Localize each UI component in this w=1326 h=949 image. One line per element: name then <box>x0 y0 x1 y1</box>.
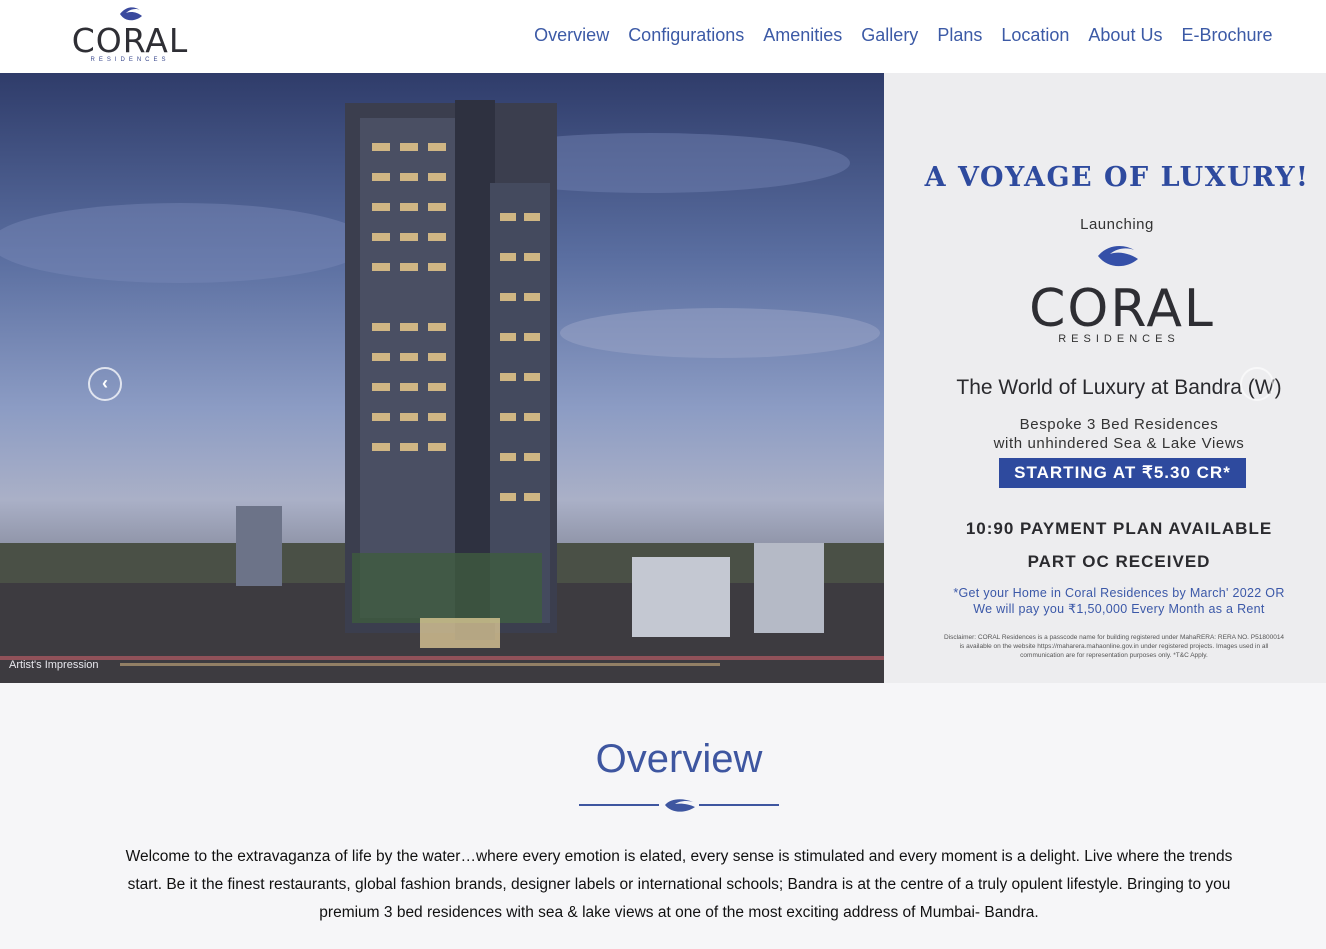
part-oc-text: PART OC RECEIVED <box>1027 552 1211 571</box>
nav-about-us[interactable]: About Us <box>1079 24 1172 46</box>
panel-logo-subtitle: RESIDENCES <box>1058 333 1180 345</box>
overview-heading: Overview <box>595 737 763 781</box>
artist-impression-caption: Artist's Impression <box>9 659 99 671</box>
disclaimer-text: Disclaimer: CORAL Residences is a passco… <box>904 633 1324 660</box>
nav-configurations[interactable]: Configurations <box>619 24 754 46</box>
nav-overview[interactable]: Overview <box>525 24 619 46</box>
promo-tagline: A VOYAGE OF LUXURY! <box>924 162 1310 193</box>
overview-paragraph: Welcome to the extravaganza of life by t… <box>125 848 1233 921</box>
nav-gallery[interactable]: Gallery <box>852 24 928 46</box>
chevron-left-icon: ‹ <box>102 373 108 393</box>
panel-logo-wordmark: CORAL <box>1029 279 1215 339</box>
wave-logo-icon <box>1098 246 1138 267</box>
nav-e-brochure[interactable]: E-Brochure <box>1172 24 1282 46</box>
site-header: CORAL RESIDENCES Overview Configurations… <box>0 0 1326 73</box>
offer-note: *Get your Home in Coral Residences by Ma… <box>884 585 1326 617</box>
starting-price-badge: STARTING AT ₹5.30 CR* <box>999 458 1246 488</box>
logo-wordmark: CORAL <box>71 21 189 60</box>
disclaimer-line: is available on the website https://maha… <box>959 643 1269 650</box>
bespoke-description: Bespoke 3 Bed Residences with unhindered… <box>884 415 1326 453</box>
carousel-prev-button[interactable]: ‹ <box>88 367 122 401</box>
nav-plans[interactable]: Plans <box>928 24 992 46</box>
disclaimer-line: Disclaimer: CORAL Residences is a passco… <box>943 634 1285 641</box>
wave-divider-icon <box>665 799 695 812</box>
logo-subtitle: RESIDENCES <box>90 57 170 63</box>
carousel-next-button[interactable] <box>1240 367 1274 401</box>
offer-note-line: We will pay you ₹1,50,000 Every Month as… <box>973 602 1265 616</box>
offer-note-line: *Get your Home in Coral Residences by Ma… <box>953 586 1285 600</box>
payment-plan-text: 10:90 PAYMENT PLAN AVAILABLE <box>965 519 1273 538</box>
building-illustration <box>0 100 884 683</box>
bespoke-line: Bespoke 3 Bed Residences <box>1019 416 1219 433</box>
bespoke-line: with unhindered Sea & Lake Views <box>993 435 1245 452</box>
nav-location[interactable]: Location <box>992 24 1079 46</box>
launching-label: Launching <box>1080 216 1154 233</box>
nav-amenities[interactable]: Amenities <box>754 24 852 46</box>
building-render-image: Artist's Impression <box>0 73 884 683</box>
hero-carousel: Artist's Impression A VOYAGE OF LUXURY! … <box>0 73 1326 683</box>
overview-divider <box>579 799 779 812</box>
coral-logo[interactable]: CORAL RESIDENCES <box>66 4 194 66</box>
disclaimer-line: communication are for representation pur… <box>1020 652 1208 659</box>
main-nav: Overview Configurations Amenities Galler… <box>525 24 1282 46</box>
